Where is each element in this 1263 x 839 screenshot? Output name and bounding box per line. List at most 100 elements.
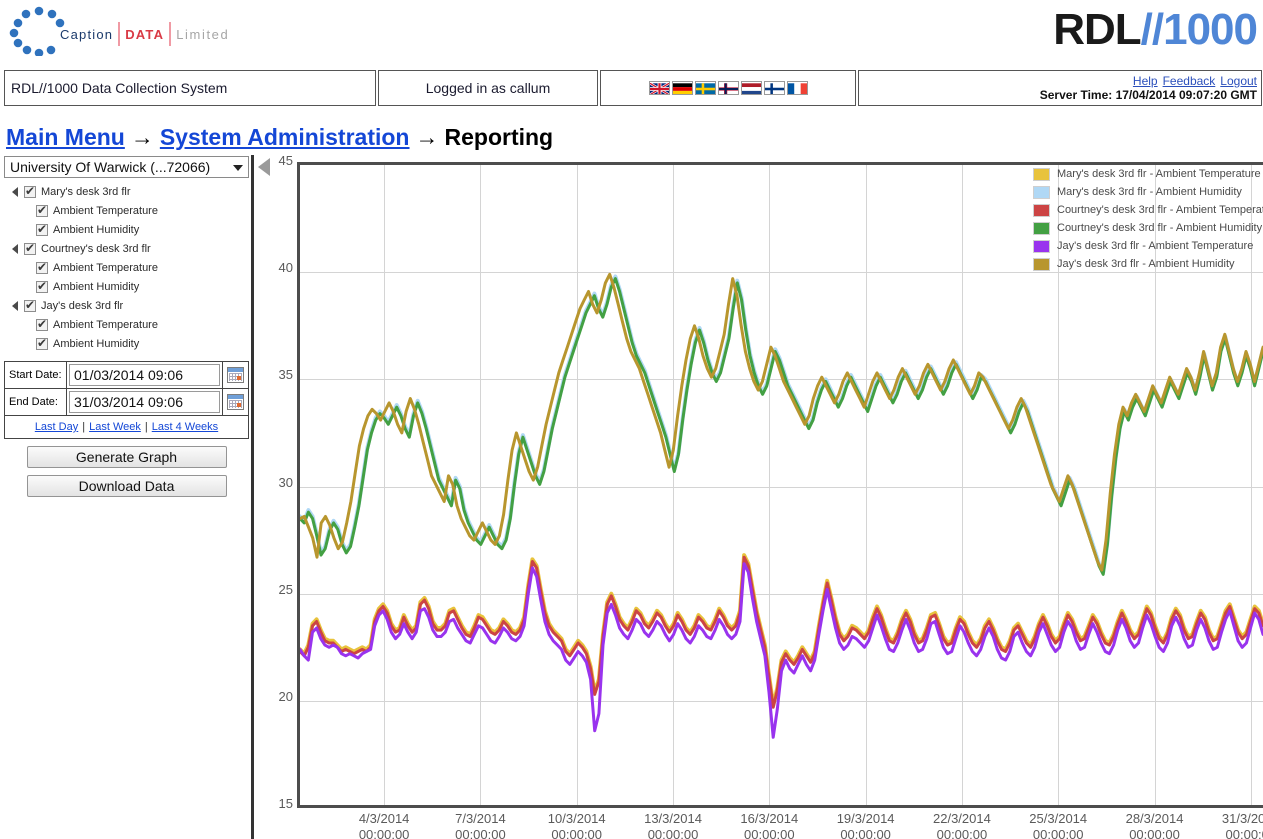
tree-node[interactable]: Ambient Temperature	[4, 201, 251, 220]
legend-item[interactable]: Courtney's desk 3rd flr - Ambient Temper…	[1033, 201, 1263, 219]
flag-finland-icon[interactable]	[763, 81, 785, 95]
y-axis-tick-label: 40	[278, 260, 293, 276]
x-axis-tick-time: 00:00:00	[551, 827, 603, 839]
x-axis-tick-time: 00:00:00	[647, 827, 699, 839]
legend-label: Mary's desk 3rd flr - Ambient Temperatur…	[1057, 168, 1261, 180]
chart-legend: Mary's desk 3rd flr - Ambient Temperatur…	[1033, 165, 1263, 273]
tree-checkbox[interactable]	[36, 260, 48, 274]
end-date-input[interactable]: 31/03/2014 09:06	[69, 391, 220, 413]
x-axis-tick-label: 4/3/2014 00:00:00	[329, 811, 439, 839]
logged-in-text: Logged in as callum	[425, 80, 551, 96]
start-date-row: Start Date: 01/03/2014 09:06	[5, 362, 248, 389]
caption-data-logo: Caption DATA Limited	[8, 6, 228, 56]
x-axis-tick-date: 28/3/2014	[1125, 811, 1184, 826]
last-week-link[interactable]: Last Week	[89, 421, 141, 433]
flag-germany-icon[interactable]	[671, 81, 693, 95]
last-4-weeks-link[interactable]: Last 4 Weeks	[152, 421, 218, 433]
flag-sweden-icon[interactable]	[694, 81, 716, 95]
breadcrumb-system-administration-link[interactable]: System Administration	[160, 124, 410, 150]
start-date-calendar-button[interactable]	[222, 362, 248, 388]
tree-node[interactable]: Ambient Temperature	[4, 258, 251, 277]
x-axis-tick-time: 00:00:00	[744, 827, 795, 839]
tree-checkbox[interactable]	[24, 184, 36, 198]
legend-item[interactable]: Jay's desk 3rd flr - Ambient Humidity	[1033, 255, 1263, 273]
flag-netherlands-icon[interactable]	[740, 81, 762, 95]
server-time-text: Server Time: 17/04/2014 09:07:20 GMT	[1039, 88, 1257, 102]
tree-node[interactable]: Ambient Humidity	[4, 334, 251, 353]
tree-node[interactable]: Courtney's desk 3rd flr	[4, 239, 251, 258]
tree-node[interactable]: Mary's desk 3rd flr	[4, 182, 251, 201]
x-axis-tick-time: 00:00:00	[1129, 827, 1180, 839]
flag-united-kingdom-icon[interactable]	[648, 81, 670, 95]
calendar-icon	[227, 394, 244, 410]
legend-label: Mary's desk 3rd flr - Ambient Humidity	[1057, 186, 1242, 198]
tree-checkbox[interactable]	[36, 203, 48, 217]
tree-node-label: Ambient Temperature	[53, 318, 158, 331]
quick-sep-1: |	[82, 421, 86, 433]
download-data-button[interactable]: Download Data	[26, 475, 227, 497]
x-axis-tick-label: 31/3/201400:00:00	[1196, 811, 1263, 839]
x-axis-tick-time: 00:00:00	[840, 827, 891, 839]
chevron-down-icon	[233, 165, 243, 171]
legend-item[interactable]: Mary's desk 3rd flr - Ambient Humidity	[1033, 183, 1263, 201]
y-axis-tick-label: 45	[278, 153, 293, 168]
x-axis-tick-time: 00:00:00	[1225, 827, 1263, 839]
legend-label: Courtney's desk 3rd flr - Ambient Humidi…	[1057, 222, 1263, 234]
tree-checkbox[interactable]	[36, 336, 48, 350]
tree-checkbox[interactable]	[36, 222, 48, 236]
x-axis-tick-label: 25/3/2014 00:00:00	[1003, 811, 1113, 839]
breadcrumb-arrow-1: →	[130, 124, 154, 150]
x-axis-tick-label: 16/3/2014 00:00:00	[714, 811, 824, 839]
x-axis-tick-date: 16/3/2014	[740, 811, 799, 826]
tree-checkbox[interactable]	[24, 298, 36, 312]
start-date-input[interactable]: 01/03/2014 09:06	[69, 364, 220, 386]
legend-color-swatch	[1033, 239, 1050, 253]
tree-node[interactable]: Jay's desk 3rd flr	[4, 296, 251, 315]
expand-triangle-icon[interactable]	[12, 243, 18, 254]
logout-link[interactable]: Logout	[1220, 74, 1257, 88]
legend-label: Jay's desk 3rd flr - Ambient Humidity	[1057, 258, 1235, 270]
end-date-row: End Date: 31/03/2014 09:06	[5, 389, 248, 416]
end-date-calendar-button[interactable]	[222, 389, 248, 415]
tree-node-label: Ambient Temperature	[53, 204, 158, 217]
generate-graph-button[interactable]: Generate Graph	[26, 446, 227, 468]
help-link[interactable]: Help	[1133, 74, 1158, 88]
tree-node[interactable]: Ambient Humidity	[4, 220, 251, 239]
tree-node-label: Jay's desk 3rd flr	[41, 299, 124, 312]
tree-checkbox[interactable]	[24, 241, 36, 255]
legend-item[interactable]: Jay's desk 3rd flr - Ambient Temperature	[1033, 237, 1263, 255]
logo-limited-text: Limited	[176, 27, 230, 42]
x-axis-tick-date: 31/3/2014	[1221, 811, 1263, 826]
legend-item[interactable]: Courtney's desk 3rd flr - Ambient Humidi…	[1033, 219, 1263, 237]
logged-in-cell: Logged in as callum	[378, 70, 598, 106]
x-axis-tick-time: 00:00:00	[358, 827, 410, 839]
logo-data-text: DATA	[125, 27, 165, 42]
tree-node[interactable]: Ambient Humidity	[4, 277, 251, 296]
rdl-1000-logo: RDL//1000	[1053, 4, 1258, 56]
last-day-link[interactable]: Last Day	[35, 421, 78, 433]
calendar-icon	[227, 367, 244, 383]
system-name-text: RDL//1000 Data Collection System	[11, 80, 228, 96]
rdl-text: RDL	[1053, 5, 1141, 54]
x-axis-tick-date: 10/3/2014	[547, 811, 606, 826]
start-date-label: Start Date:	[5, 362, 67, 388]
breadcrumb-arrow-2: →	[415, 124, 439, 150]
legend-color-swatch	[1033, 185, 1050, 199]
tree-node-label: Ambient Humidity	[53, 337, 140, 350]
x-axis-tick-label: 7/3/2014 00:00:00	[425, 811, 535, 839]
tree-checkbox[interactable]	[36, 279, 48, 293]
tree-checkbox[interactable]	[36, 317, 48, 331]
system-name-cell: RDL//1000 Data Collection System	[4, 70, 376, 106]
feedback-link[interactable]: Feedback	[1163, 74, 1216, 88]
legend-item[interactable]: Mary's desk 3rd flr - Ambient Temperatur…	[1033, 165, 1263, 183]
breadcrumb-main-menu-link[interactable]: Main Menu	[6, 124, 125, 150]
flag-norway-icon[interactable]	[717, 81, 739, 95]
flag-france-icon[interactable]	[786, 81, 808, 95]
expand-triangle-icon[interactable]	[12, 186, 18, 197]
header-bar: RDL//1000 Data Collection System Logged …	[4, 70, 1262, 106]
y-axis-tick-label: 15	[278, 796, 293, 811]
end-date-label: End Date:	[5, 389, 67, 415]
tree-node[interactable]: Ambient Temperature	[4, 315, 251, 334]
expand-triangle-icon[interactable]	[12, 300, 18, 311]
site-select-dropdown[interactable]: University Of Warwick (...72066)	[4, 156, 249, 178]
